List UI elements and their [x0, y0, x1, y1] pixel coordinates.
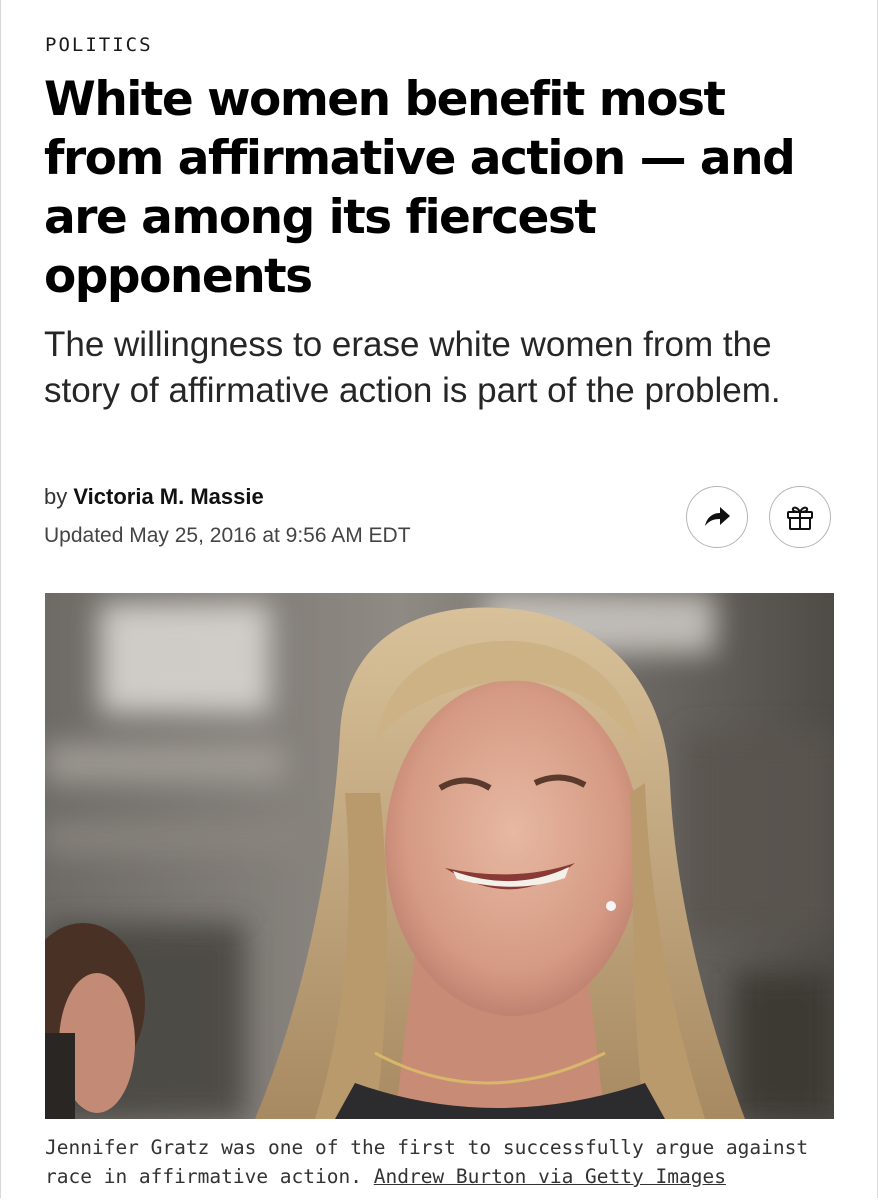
portrait-photo	[45, 593, 834, 1119]
section-label[interactable]: POLITICS	[45, 34, 153, 56]
hero-photo	[45, 593, 834, 1119]
updated-timestamp: Updated May 25, 2016 at 9:56 AM EDT	[44, 524, 411, 547]
photo-credit-link[interactable]: Andrew Burton via Getty Images	[374, 1165, 726, 1188]
share-arrow-icon	[705, 507, 730, 526]
gift-button[interactable]	[769, 486, 831, 548]
share-button[interactable]	[686, 486, 748, 548]
gift-icon	[787, 506, 813, 530]
author-link[interactable]: Victoria M. Massie	[73, 484, 263, 509]
article-dek: The willingness to erase white women fro…	[44, 325, 781, 410]
photo-caption: Jennifer Gratz was one of the first to s…	[45, 1133, 835, 1191]
article-headline: White women benefit most from affirmativ…	[44, 72, 796, 304]
byline: by Victoria M. Massie	[44, 484, 264, 510]
byline-prefix: by	[44, 484, 68, 509]
